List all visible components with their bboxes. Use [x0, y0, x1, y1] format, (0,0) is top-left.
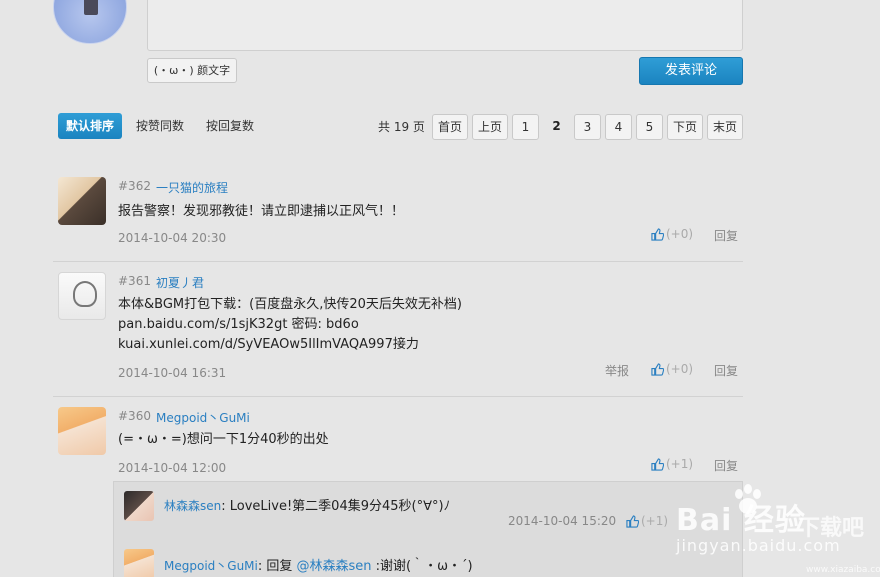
thumbs-up-icon	[651, 227, 664, 241]
reply-button[interactable]: 回复	[714, 457, 738, 474]
comment-text-line: 本体&BGM打包下载：(百度盘永久,快传20天后失效无补档)	[118, 297, 462, 312]
comment-avatar[interactable]	[58, 177, 106, 225]
thumbs-up-icon	[626, 514, 639, 528]
sub-reply-time: 2014-10-04 15:20	[508, 514, 617, 528]
comment-text-line: kuai.xunlei.com/d/SyVEAOw5IlImVAQA997接力	[118, 337, 419, 352]
thumbs-up-icon	[651, 362, 664, 376]
comment-username[interactable]: Megpoid丶GuMi	[156, 409, 250, 426]
xiazaiba-watermark: 下载吧	[798, 516, 865, 541]
reply-button[interactable]: 回复	[714, 362, 738, 379]
sort-default-tab[interactable]: 默认排序	[58, 113, 122, 139]
comment-time: 2014-10-04 16:31	[118, 366, 227, 380]
page-2-current: 2	[552, 119, 561, 133]
sort-by-replies-tab[interactable]: 按回复数	[206, 113, 254, 139]
like-count: (+0)	[666, 227, 694, 241]
comment-divider	[53, 396, 743, 397]
sub-reply-text: : LoveLive!第二季04集9分45秒(°∀°)ﾉ	[221, 499, 451, 514]
report-button[interactable]: 举报	[605, 362, 629, 379]
comment-text: 报告警察！发现邪教徒！请立即逮捕以正风气！！	[118, 204, 405, 219]
thumbs-up-icon	[651, 457, 664, 471]
page-4-button[interactable]: 4	[605, 114, 632, 140]
baidu-jingyan-watermark: Bai 经验	[676, 503, 806, 538]
last-page-button[interactable]: 末页	[707, 114, 743, 140]
like-button[interactable]: (+0)	[651, 227, 693, 241]
comment-number: #362	[118, 179, 151, 193]
current-user-avatar	[53, 0, 127, 44]
like-button[interactable]: (+1)	[651, 457, 693, 471]
comment-text: (=・ω・=)想问一下1分40秒的出处	[118, 432, 329, 447]
sub-reply-prefix: : 回复	[257, 559, 297, 574]
comment-number: #361	[118, 274, 151, 288]
reply-button[interactable]: 回复	[714, 227, 738, 244]
sub-reply: 林森森sen: LoveLive!第二季04集9分45秒(°∀°)ﾉ	[164, 495, 450, 514]
like-count: (+1)	[641, 514, 669, 528]
sub-reply-mention[interactable]: @林森森sen	[297, 559, 372, 574]
sort-by-likes-tab[interactable]: 按赞同数	[136, 113, 184, 139]
sub-reply-username[interactable]: 林森森sen	[164, 499, 221, 513]
comment-divider	[53, 261, 743, 262]
next-page-button[interactable]: 下页	[667, 114, 703, 140]
comment-username[interactable]: 一只猫的旅程	[156, 179, 228, 196]
page-1-button[interactable]: 1	[512, 114, 539, 140]
submit-comment-button[interactable]: 发表评论	[639, 57, 743, 85]
sub-reply-avatar[interactable]	[124, 549, 154, 577]
first-page-button[interactable]: 首页	[432, 114, 468, 140]
comment-textarea[interactable]	[147, 0, 743, 51]
emoji-button[interactable]: (・ω・) 颜文字	[147, 58, 237, 83]
prev-page-button[interactable]: 上页	[472, 114, 508, 140]
comment-avatar[interactable]	[58, 407, 106, 455]
like-count: (+0)	[666, 362, 694, 376]
xiazaiba-url-watermark: www.xiazaiba.com	[806, 565, 880, 575]
like-count: (+1)	[666, 457, 694, 471]
comment-number: #360	[118, 409, 151, 423]
like-button[interactable]: (+0)	[651, 362, 693, 376]
comment-username[interactable]: 初夏丿君	[156, 274, 204, 291]
sub-reply-like-button[interactable]: (+1)	[626, 514, 668, 528]
comment-text-line: pan.baidu.com/s/1sjK32gt 密码: bd6o	[118, 317, 359, 332]
sub-reply: Megpoid丶GuMi: 回复 @林森森sen :谢谢(｀・ω・´)	[164, 555, 473, 574]
comment-time: 2014-10-04 20:30	[118, 231, 227, 245]
sub-reply-avatar[interactable]	[124, 491, 154, 521]
page-total: 共 19 页	[378, 120, 425, 134]
comment-time: 2014-10-04 12:00	[118, 461, 227, 475]
sub-reply-text: :谢谢(｀・ω・´)	[371, 559, 473, 574]
sub-reply-username[interactable]: Megpoid丶GuMi	[164, 559, 258, 573]
page-3-button[interactable]: 3	[574, 114, 601, 140]
page-5-button[interactable]: 5	[636, 114, 663, 140]
comment-avatar[interactable]	[58, 272, 106, 320]
